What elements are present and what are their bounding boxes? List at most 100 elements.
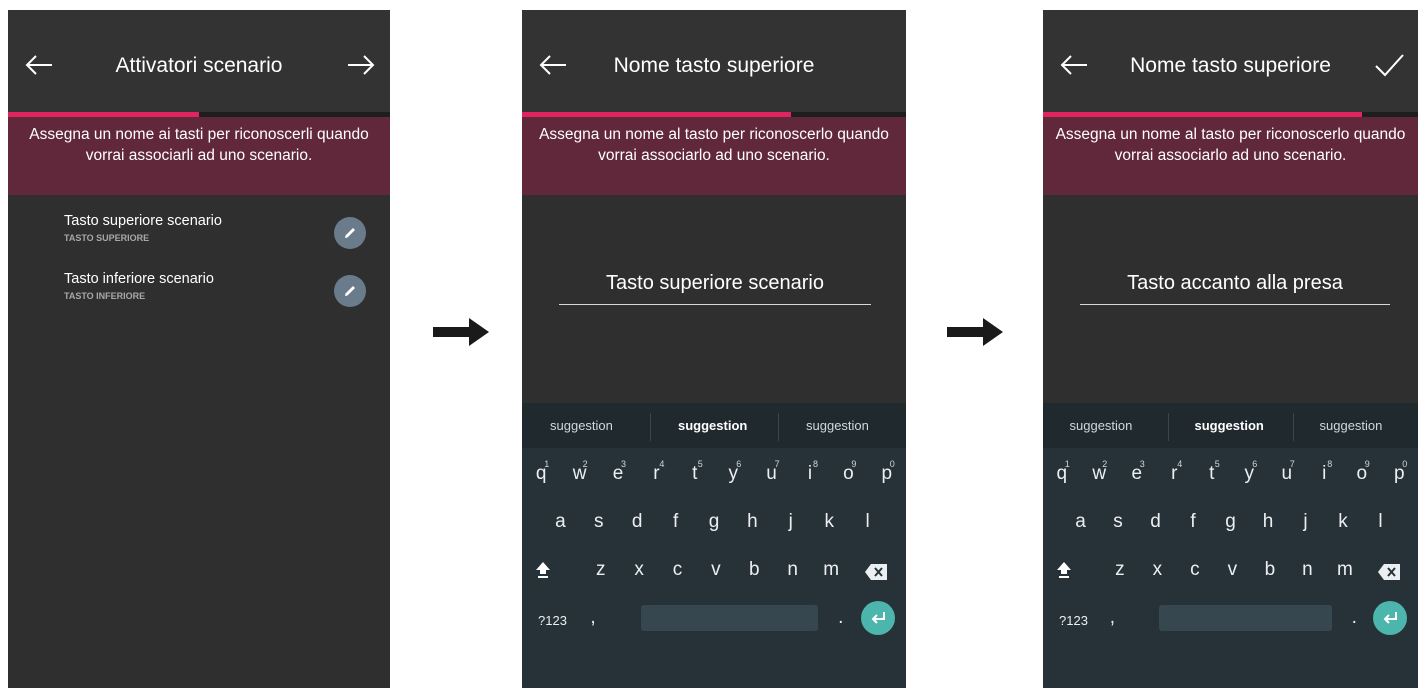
key-number-hint: 3: [621, 459, 627, 469]
key-f[interactable]: f: [1180, 511, 1206, 533]
key-p[interactable]: p: [874, 463, 900, 485]
key-a[interactable]: a: [1068, 511, 1094, 533]
key-x[interactable]: x: [626, 559, 652, 581]
key-z[interactable]: z: [588, 559, 614, 581]
suggestion-item[interactable]: suggestion: [678, 418, 747, 433]
key-d[interactable]: d: [1143, 511, 1169, 533]
screen-attivatori-scenario: Attivatori scenario Assegna un nome ai t…: [8, 10, 390, 688]
key-number-hint: 6: [1252, 459, 1258, 469]
key-z[interactable]: z: [1107, 559, 1133, 581]
key-i[interactable]: i: [1311, 463, 1337, 485]
input-value: Tasto accanto alla presa: [1127, 272, 1343, 294]
key-o[interactable]: o: [1349, 463, 1375, 485]
key-v[interactable]: v: [703, 559, 729, 581]
key-j[interactable]: j: [1293, 511, 1319, 533]
symbols-key[interactable]: ?123: [538, 613, 567, 628]
space-bar[interactable]: [1159, 605, 1332, 631]
period-key[interactable]: .: [1341, 607, 1367, 629]
arrow-right-bold-icon: [947, 318, 1003, 346]
key-number-hint: 2: [1102, 459, 1108, 469]
key-k[interactable]: k: [1330, 511, 1356, 533]
key-i[interactable]: i: [797, 463, 823, 485]
key-e[interactable]: e: [1124, 463, 1150, 485]
key-v[interactable]: v: [1219, 559, 1245, 581]
key-g[interactable]: g: [1218, 511, 1244, 533]
item-label: Tasto inferiore scenario: [64, 271, 214, 287]
suggestion-strip: suggestion suggestion suggestion: [522, 403, 906, 448]
name-input[interactable]: Tasto superiore scenario: [559, 272, 871, 305]
key-number-hint: 8: [1327, 459, 1333, 469]
suggestion-item[interactable]: suggestion: [550, 418, 613, 433]
key-x[interactable]: x: [1144, 559, 1170, 581]
key-q[interactable]: q: [1049, 463, 1075, 485]
pencil-icon: [345, 286, 355, 296]
key-u[interactable]: u: [1274, 463, 1300, 485]
key-l[interactable]: l: [1368, 511, 1394, 533]
key-s[interactable]: s: [1105, 511, 1131, 533]
enter-icon[interactable]: [861, 601, 895, 635]
period-key[interactable]: .: [828, 607, 854, 629]
arrow-right-icon[interactable]: [344, 48, 378, 82]
input-underline: [1080, 304, 1390, 305]
key-l[interactable]: l: [855, 511, 881, 533]
key-m[interactable]: m: [818, 559, 844, 581]
key-q[interactable]: q: [528, 463, 554, 485]
key-r[interactable]: r: [643, 463, 669, 485]
key-h[interactable]: h: [739, 511, 765, 533]
suggestion-divider: [650, 413, 651, 441]
shift-icon[interactable]: [535, 561, 551, 584]
space-bar[interactable]: [641, 605, 818, 631]
enter-icon[interactable]: [1373, 601, 1407, 635]
key-n[interactable]: n: [780, 559, 806, 581]
shift-icon[interactable]: [1056, 561, 1072, 584]
list-item[interactable]: Tasto inferiore scenario TASTO INFERIORE: [8, 271, 390, 329]
suggestion-item[interactable]: suggestion: [806, 418, 869, 433]
comma-key[interactable]: ,: [580, 607, 606, 629]
comma-key[interactable]: ,: [1099, 607, 1125, 629]
key-c[interactable]: c: [665, 559, 691, 581]
backspace-icon[interactable]: [864, 563, 888, 586]
key-f[interactable]: f: [663, 511, 689, 533]
suggestion-divider: [1168, 413, 1169, 441]
key-number-hint: 5: [1214, 459, 1220, 469]
key-y[interactable]: y: [720, 463, 746, 485]
key-y[interactable]: y: [1236, 463, 1262, 485]
checkmark-icon[interactable]: [1372, 48, 1406, 82]
key-u[interactable]: u: [759, 463, 785, 485]
suggestion-strip: suggestion suggestion suggestion: [1043, 403, 1418, 448]
key-c[interactable]: c: [1182, 559, 1208, 581]
key-number-hint: 3: [1139, 459, 1145, 469]
key-n[interactable]: n: [1294, 559, 1320, 581]
page-title: Nome tasto superiore: [613, 54, 815, 77]
key-b[interactable]: b: [1257, 559, 1283, 581]
symbols-key[interactable]: ?123: [1059, 613, 1088, 628]
key-k[interactable]: k: [816, 511, 842, 533]
suggestion-item[interactable]: suggestion: [1320, 418, 1383, 433]
key-w[interactable]: w: [567, 463, 593, 485]
key-b[interactable]: b: [741, 559, 767, 581]
key-t[interactable]: t: [682, 463, 708, 485]
key-h[interactable]: h: [1255, 511, 1281, 533]
edit-button[interactable]: [334, 217, 366, 249]
key-number-hint: 4: [1177, 459, 1183, 469]
suggestion-item[interactable]: suggestion: [1070, 418, 1133, 433]
name-input[interactable]: Tasto accanto alla presa: [1080, 272, 1390, 305]
backspace-icon[interactable]: [1377, 563, 1401, 586]
key-t[interactable]: t: [1199, 463, 1225, 485]
key-p[interactable]: p: [1386, 463, 1412, 485]
app-bar: Nome tasto superiore: [1043, 10, 1418, 113]
edit-button[interactable]: [334, 275, 366, 307]
key-d[interactable]: d: [624, 511, 650, 533]
key-r[interactable]: r: [1161, 463, 1187, 485]
suggestion-item[interactable]: suggestion: [1195, 418, 1264, 433]
key-w[interactable]: w: [1086, 463, 1112, 485]
key-e[interactable]: e: [605, 463, 631, 485]
key-g[interactable]: g: [701, 511, 727, 533]
list-item[interactable]: Tasto superiore scenario TASTO SUPERIORE: [8, 213, 390, 271]
key-m[interactable]: m: [1332, 559, 1358, 581]
key-a[interactable]: a: [547, 511, 573, 533]
key-j[interactable]: j: [778, 511, 804, 533]
key-o[interactable]: o: [835, 463, 861, 485]
input-value: Tasto superiore scenario: [606, 272, 824, 294]
key-s[interactable]: s: [586, 511, 612, 533]
